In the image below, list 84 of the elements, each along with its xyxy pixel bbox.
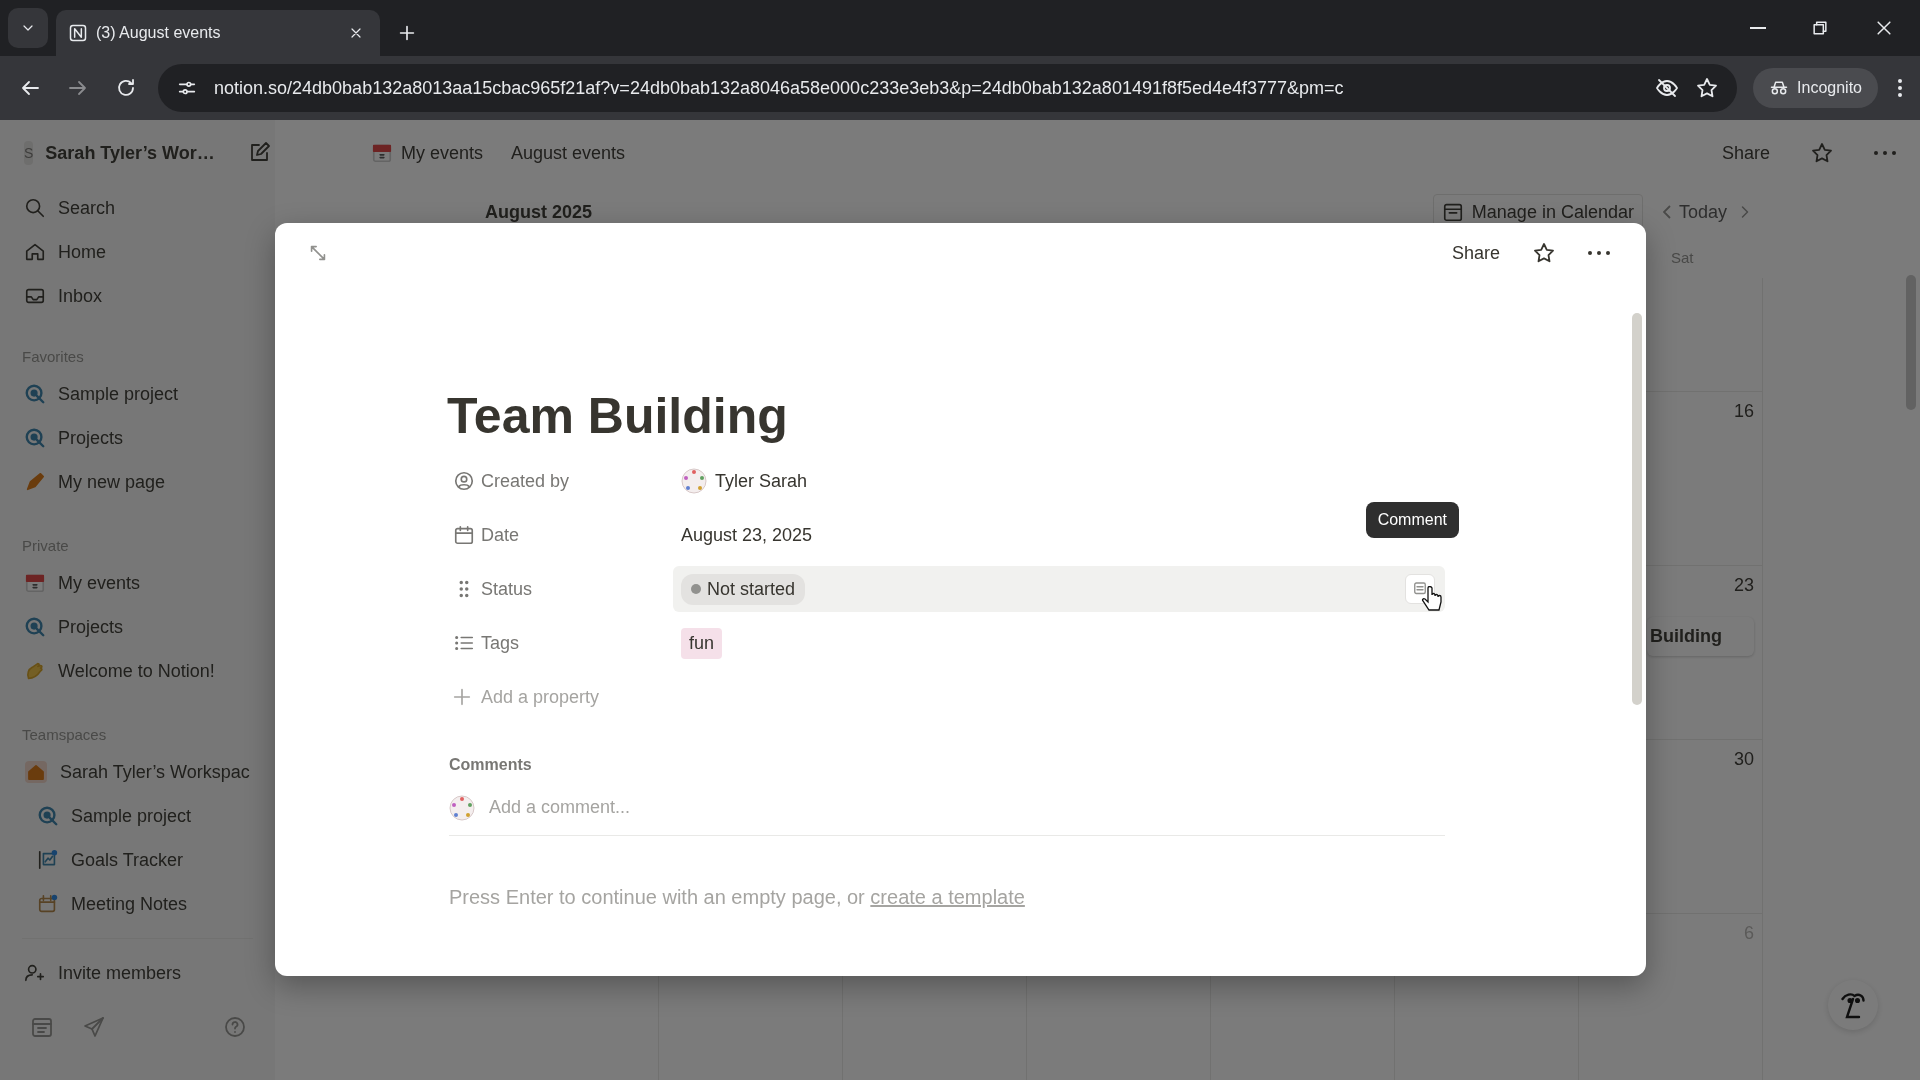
chevron-left-icon (1662, 205, 1671, 219)
eye-off-icon (1655, 76, 1680, 100)
month-title: August 2025 (484, 200, 593, 224)
star-icon (1532, 241, 1556, 265)
scrollbar-thumb[interactable] (1906, 275, 1916, 410)
restore-icon (1810, 18, 1830, 38)
minimize-icon (1750, 27, 1766, 29)
day-number: 23 (1733, 575, 1754, 595)
day-number: 16 (1733, 401, 1754, 421)
house-icon (24, 760, 48, 784)
create-template-link[interactable]: create a template (870, 886, 1025, 908)
property-value-field[interactable]: Tyler Sarah (673, 458, 1445, 504)
calendar-icon (30, 1015, 54, 1039)
chart-icon (37, 849, 59, 871)
incognito-icon (1769, 78, 1790, 98)
sidebar-item[interactable]: Search (0, 186, 275, 230)
status-pill: Not started (681, 573, 806, 605)
calendar-icon (37, 893, 59, 915)
share-button[interactable]: Share (1717, 135, 1774, 171)
property-label[interactable]: Tags (481, 629, 520, 657)
tooltip: Comment (1365, 502, 1459, 538)
sidebar-item[interactable]: Sample project (0, 794, 275, 838)
pointer-cursor-icon (1421, 586, 1443, 614)
sidebar-item[interactable]: Projects (0, 416, 275, 460)
sidebar-item[interactable]: Welcome to Notion! (0, 649, 275, 693)
calendar-icon (453, 524, 475, 546)
day-number: 30 (1733, 749, 1754, 769)
target-icon (24, 383, 46, 405)
add-property-button[interactable]: Add a property (449, 670, 600, 724)
home-icon (24, 241, 46, 263)
invite-members-link[interactable]: Invite members (0, 951, 275, 995)
page-title[interactable]: Team Building (447, 386, 1445, 446)
calendar-icon (371, 142, 393, 164)
browser-tab[interactable]: (3) August events (56, 10, 380, 56)
page-icon (68, 23, 88, 43)
sidebar-item[interactable]: My events (0, 561, 275, 605)
share-button[interactable]: Share (1447, 235, 1504, 271)
sidebar-item[interactable]: Meeting Notes (0, 882, 275, 926)
kebab-menu-icon (1898, 79, 1902, 97)
tag: fun (681, 627, 723, 659)
tab-title: (3) August events (96, 23, 222, 43)
property-label[interactable]: Created by (481, 467, 570, 495)
sidebar-item[interactable]: Sarah Tyler’s Workspac (0, 750, 275, 794)
status-dot-icon (691, 584, 701, 594)
sidebar-item[interactable]: Inbox (0, 274, 275, 318)
target-icon (37, 805, 59, 827)
url-field[interactable]: notion.so/24db0bab132a8013aa15cbac965f21af?v=24db0bab132a8046a58e000c233e3eb3&p=24db0bab132a801491f8f5ed4e4f3777&pm=c (214, 74, 1640, 102)
address-bar[interactable]: notion.so/24db0bab132a8013aa15cbac965f21af?v=24db0bab132a8046a58e000c233e3eb3&p=24db0bab132a801491f8f5ed4e4f3777&pm=c (158, 64, 1738, 112)
empty-page-hint: Press Enter to continue with an empty page, or create a template (449, 885, 1026, 910)
comments-heading: Comments (449, 755, 532, 775)
invite-icon (24, 962, 46, 984)
star-icon (1810, 141, 1834, 165)
star-icon (1695, 76, 1720, 100)
avatar-icon (449, 794, 475, 821)
pencil-icon (24, 471, 46, 493)
property-label[interactable]: Status (481, 575, 533, 603)
sidebar-item[interactable]: Home (0, 230, 275, 274)
today-button[interactable]: Today (1674, 194, 1731, 230)
sidebar-item[interactable]: Sample project (0, 372, 275, 416)
sidebar-item[interactable]: Projects (0, 605, 275, 649)
avatar-icon (681, 468, 707, 494)
sidebar-item[interactable]: My new page (0, 460, 275, 504)
plus-icon (451, 686, 473, 708)
more-icon (1874, 151, 1896, 155)
paper-plane-icon (82, 1015, 106, 1039)
help-button[interactable] (1828, 980, 1878, 1030)
property-value-field[interactable]: fun (673, 620, 1445, 666)
target-icon (24, 616, 46, 638)
calendar-icon (24, 572, 46, 594)
event-chip[interactable]: Building (1647, 617, 1754, 656)
scrollbar-thumb[interactable] (1632, 313, 1642, 705)
incognito-button[interactable]: Incognito (1753, 68, 1878, 108)
breadcrumb-link[interactable]: My events (401, 139, 484, 167)
more-icon (1588, 251, 1610, 255)
breadcrumb-link[interactable]: August events (511, 139, 626, 167)
sidebar-item[interactable]: Goals Tracker (0, 838, 275, 882)
person-icon (453, 470, 475, 492)
property-label[interactable]: Date (481, 521, 520, 549)
search-icon (24, 197, 46, 219)
help-icon (223, 1015, 247, 1039)
workspace-name[interactable]: Sarah Tyler’s Wor… (45, 139, 215, 167)
target-icon (24, 427, 46, 449)
person-name: Tyler Sarah (715, 469, 808, 493)
calendar-icon (1441, 201, 1464, 223)
